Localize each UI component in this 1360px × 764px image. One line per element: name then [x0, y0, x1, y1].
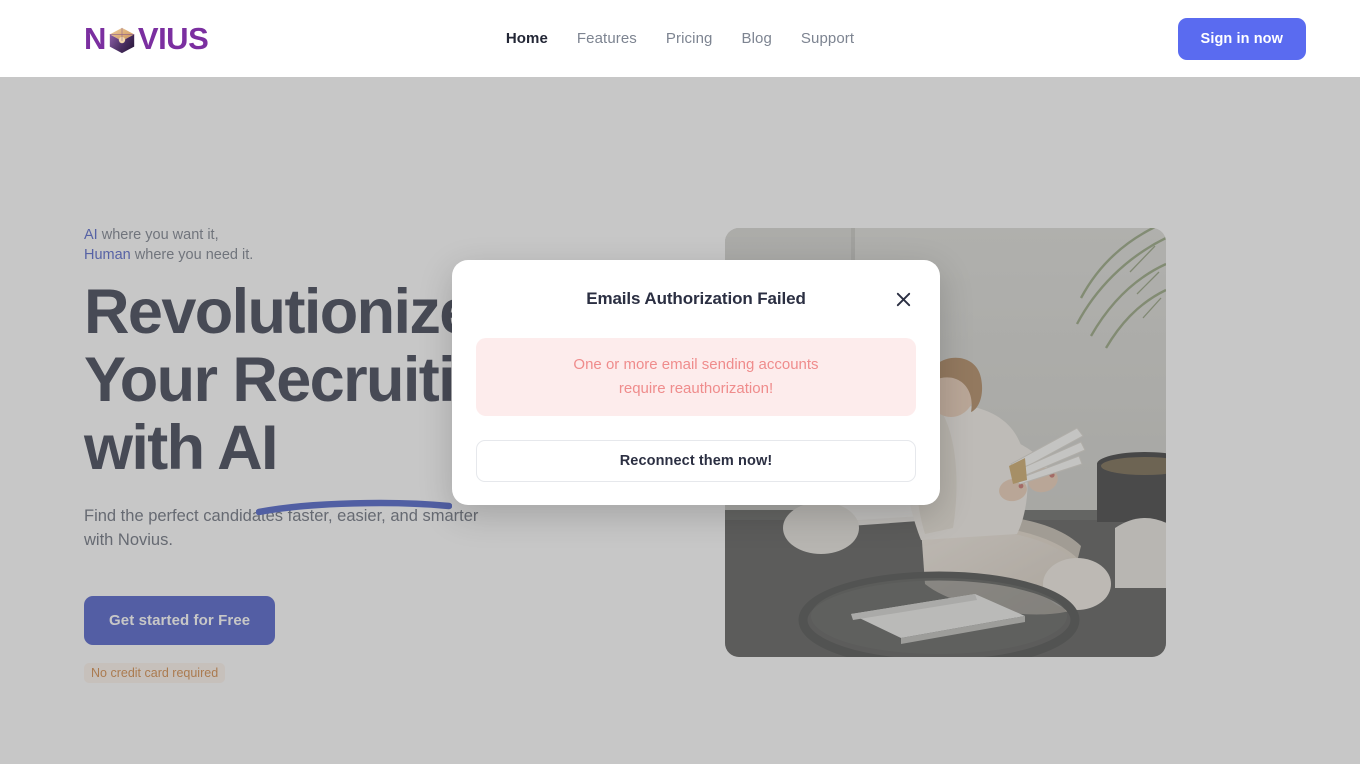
nav-item-support[interactable]: Support [801, 30, 854, 47]
modal-header: Emails Authorization Failed [452, 260, 940, 338]
alert-line-2: require reauthorization! [618, 380, 774, 397]
nav-item-home[interactable]: Home [506, 30, 548, 47]
emails-authorization-failed-modal: Emails Authorization Failed One or more … [452, 260, 940, 505]
nav-item-pricing[interactable]: Pricing [666, 30, 713, 47]
nav-item-features[interactable]: Features [577, 30, 637, 47]
site-header: N VIUS Home Features Pricing Blog Suppor… [0, 0, 1360, 77]
alert-message: One or more email sending accounts requi… [476, 338, 916, 416]
modal-title: Emails Authorization Failed [586, 289, 806, 308]
page-root: N VIUS Home Features Pricing Blog Suppor… [0, 0, 1360, 764]
reconnect-button[interactable]: Reconnect them now! [476, 440, 916, 482]
sign-in-button[interactable]: Sign in now [1177, 17, 1306, 60]
alert-line-1: One or more email sending accounts [573, 356, 819, 373]
nav-item-blog[interactable]: Blog [741, 30, 771, 47]
close-icon[interactable] [888, 284, 918, 314]
main-nav: Home Features Pricing Blog Support [0, 0, 1360, 77]
